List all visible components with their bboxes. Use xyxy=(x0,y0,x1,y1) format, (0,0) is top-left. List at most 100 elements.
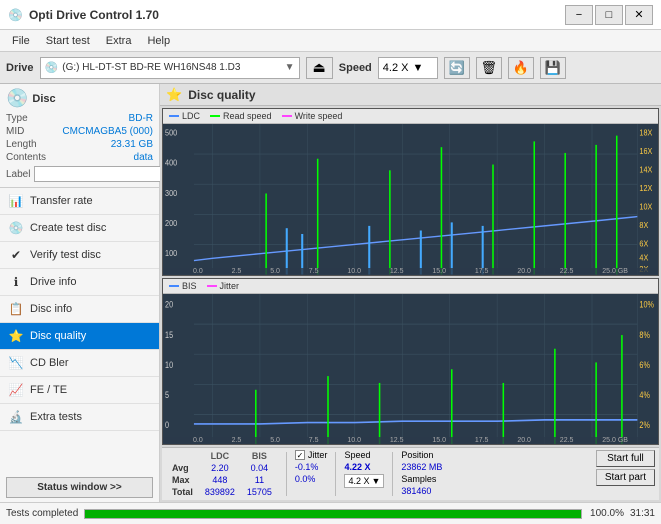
maximize-button[interactable]: □ xyxy=(595,5,623,25)
sidebar-item-disc-info[interactable]: 📋 Disc info xyxy=(0,296,159,323)
nav-transfer-rate-label: Transfer rate xyxy=(30,195,93,207)
speed-selector[interactable]: 4.2 X ▼ xyxy=(378,57,438,79)
sidebar-item-disc-quality[interactable]: ⭐ Disc quality xyxy=(0,323,159,350)
charts-area: LDC Read speed Write speed xyxy=(160,106,661,502)
menu-help[interactable]: Help xyxy=(139,33,178,49)
start-buttons: Start full Start part xyxy=(596,450,655,486)
refresh-button[interactable]: 🔄 xyxy=(444,57,470,79)
chart2-svg: 20 15 10 5 0 10% 8% 6% 4% 2% xyxy=(163,294,658,445)
stats-avg-bis: 0.04 xyxy=(241,462,278,474)
progress-bar-container xyxy=(84,509,582,519)
app-icon: 💿 xyxy=(8,8,23,22)
disc-contents-value: data xyxy=(134,152,153,163)
sidebar-item-extra-tests[interactable]: 🔬 Extra tests xyxy=(0,404,159,431)
sidebar-item-create-test-disc[interactable]: 💿 Create test disc xyxy=(0,215,159,242)
cd-bler-icon: 📉 xyxy=(8,355,24,371)
disc-length-value: 23.31 GB xyxy=(111,139,153,150)
disc-label-key: Label xyxy=(6,169,30,180)
nav-extra-tests-label: Extra tests xyxy=(30,411,82,423)
stats-total-bis: 15705 xyxy=(241,486,278,498)
eject-button[interactable]: ⏏ xyxy=(306,57,333,79)
stats-total-ldc: 839892 xyxy=(199,486,241,498)
disc-label-row: Label ✏ xyxy=(6,165,153,183)
save-button[interactable]: 💾 xyxy=(540,57,566,79)
transfer-rate-icon: 📊 xyxy=(8,193,24,209)
stats-col-bis: BIS xyxy=(241,450,278,462)
x-label: 10.0 xyxy=(347,268,361,275)
panel-icon: ⭐ xyxy=(166,87,182,103)
chart2-legend: BIS Jitter xyxy=(163,279,658,294)
drive-icon: 💿 xyxy=(45,61,59,74)
x-label: 17.5 xyxy=(475,268,489,275)
x-label: 2.5 xyxy=(232,437,242,444)
stats-total-label: Total xyxy=(166,486,199,498)
nav-create-test-disc-label: Create test disc xyxy=(30,222,106,234)
samples-value: 381460 xyxy=(401,486,442,496)
svg-text:15: 15 xyxy=(165,328,173,339)
disc-label-input[interactable] xyxy=(34,166,172,182)
jitter-checkbox[interactable]: ✓ xyxy=(295,450,305,460)
svg-text:10X: 10X xyxy=(639,202,652,212)
svg-text:0: 0 xyxy=(165,419,169,430)
chart1-svg: 500 400 300 200 100 18X 16X 14X 12X 10X … xyxy=(163,124,658,275)
x-label: 17.5 xyxy=(475,437,489,444)
svg-text:500: 500 xyxy=(165,128,177,138)
jitter-header: ✓ Jitter xyxy=(295,450,328,460)
position-section: Position 23862 MB Samples 381460 xyxy=(401,450,442,496)
erase-button[interactable]: 🗑 xyxy=(476,57,502,79)
sidebar-item-transfer-rate[interactable]: 📊 Transfer rate xyxy=(0,188,159,215)
legend-read-speed: Read speed xyxy=(210,111,272,121)
nav-disc-info-label: Disc info xyxy=(30,303,72,315)
sidebar-item-verify-test-disc[interactable]: ✔ Verify test disc xyxy=(0,242,159,269)
disc-mid-value: CMCMAGBA5 (000) xyxy=(62,126,153,137)
stats-col-ldc: LDC xyxy=(199,450,241,462)
close-button[interactable]: ✕ xyxy=(625,5,653,25)
drive-info-icon: ℹ xyxy=(8,274,24,290)
stats-avg-label: Avg xyxy=(166,462,199,474)
content-area: ⭐ Disc quality LDC Read speed xyxy=(160,84,661,502)
chart2-x-labels: 0.0 2.5 5.0 7.5 10.0 12.5 15.0 17.5 20.0… xyxy=(163,437,658,444)
sidebar-item-fe-te[interactable]: 📈 FE / TE xyxy=(0,377,159,404)
status-window-button[interactable]: Status window >> xyxy=(6,477,153,498)
chart2-body: 20 15 10 5 0 10% 8% 6% 4% 2% 0.0 xyxy=(163,294,658,445)
minimize-button[interactable]: − xyxy=(565,5,593,25)
menu-start-test[interactable]: Start test xyxy=(38,33,98,49)
elapsed-time: 31:31 xyxy=(630,508,655,519)
svg-text:18X: 18X xyxy=(639,128,652,138)
disc-type-value: BD-R xyxy=(129,113,153,124)
disc-section-header: 💿 Disc xyxy=(6,88,153,109)
speed-label: Speed xyxy=(339,62,372,74)
drive-label: Drive xyxy=(6,62,34,74)
drive-selector[interactable]: 💿 (G:) HL-DT-ST BD-RE WH16NS48 1.D3 ▼ xyxy=(40,57,300,79)
disc-header-label: Disc xyxy=(32,93,55,105)
jitter-color xyxy=(207,285,217,287)
menu-extra[interactable]: Extra xyxy=(98,33,140,49)
chevron-down-icon: ▼ xyxy=(285,62,295,73)
svg-text:300: 300 xyxy=(165,188,177,198)
chart2: BIS Jitter xyxy=(162,278,659,446)
disc-type-row: Type BD-R xyxy=(6,113,153,124)
burn-button[interactable]: 🔥 xyxy=(508,57,534,79)
stats-max-bis: 11 xyxy=(241,474,278,486)
jitter-section: ✓ Jitter -0.1% 0.0% xyxy=(295,450,328,484)
svg-text:10: 10 xyxy=(165,358,173,369)
disc-contents-label: Contents xyxy=(6,152,46,163)
stats-max-ldc: 448 xyxy=(199,474,241,486)
start-full-button[interactable]: Start full xyxy=(596,450,655,467)
svg-text:2%: 2% xyxy=(639,419,650,430)
speed-select-dropdown[interactable]: 4.2 X ▼ xyxy=(344,474,384,488)
x-label: 25.0 GB xyxy=(602,437,628,444)
legend-ldc: LDC xyxy=(169,111,200,121)
svg-text:10%: 10% xyxy=(639,298,654,309)
verify-test-disc-icon: ✔ xyxy=(8,247,24,263)
sidebar-item-drive-info[interactable]: ℹ Drive info xyxy=(0,269,159,296)
x-label: 20.0 xyxy=(517,268,531,275)
svg-text:100: 100 xyxy=(165,249,177,259)
menu-file[interactable]: File xyxy=(4,33,38,49)
x-label: 10.0 xyxy=(347,437,361,444)
progress-percentage: 100.0% xyxy=(588,508,624,519)
sidebar-item-cd-bler[interactable]: 📉 CD Bler xyxy=(0,350,159,377)
legend-write-speed: Write speed xyxy=(282,111,343,121)
start-part-button[interactable]: Start part xyxy=(596,469,655,486)
main-area: 💿 Disc Type BD-R MID CMCMAGBA5 (000) Len… xyxy=(0,84,661,502)
